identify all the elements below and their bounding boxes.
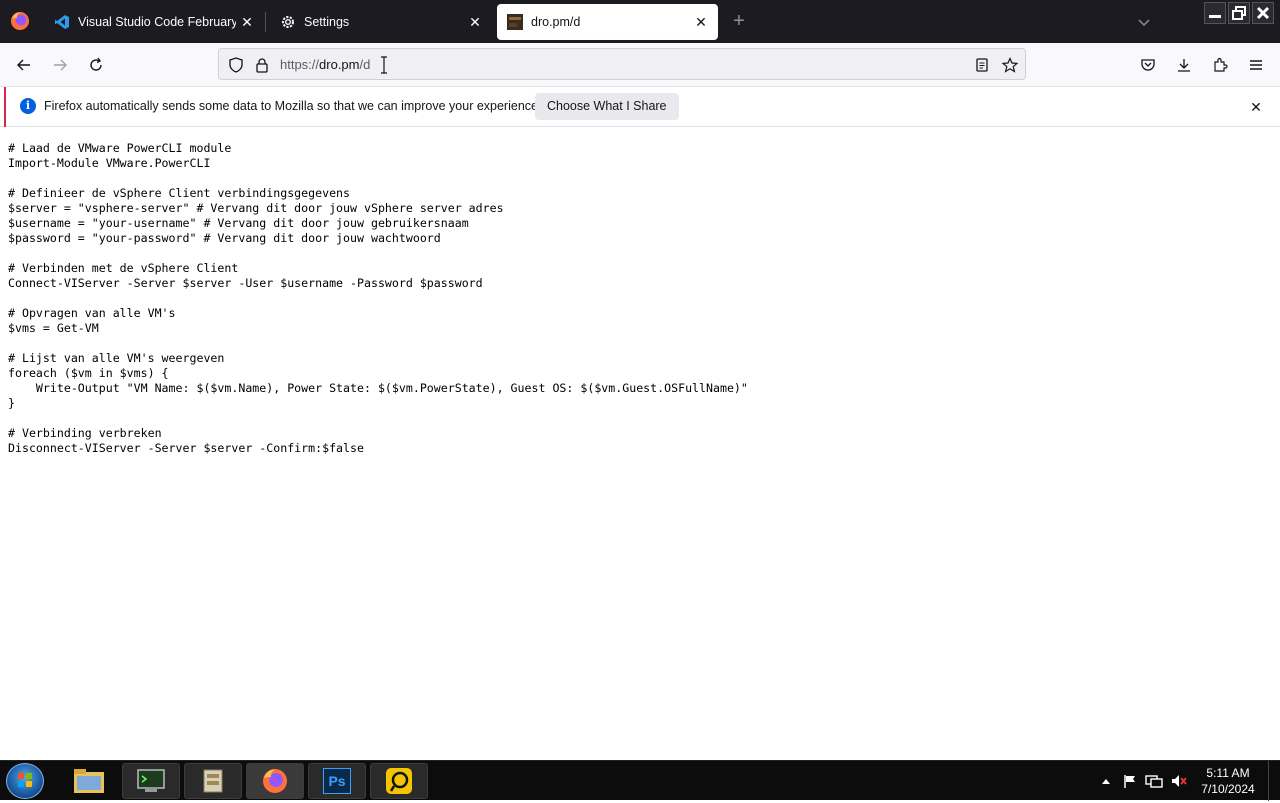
gear-icon bbox=[280, 14, 296, 30]
close-icon[interactable]: ✕ bbox=[1246, 97, 1266, 117]
tray-expand-icon[interactable] bbox=[1098, 761, 1114, 801]
window-controls bbox=[1204, 2, 1274, 24]
downloads-icon[interactable] bbox=[1170, 51, 1198, 79]
tab-settings[interactable]: Settings ✕ bbox=[270, 4, 492, 40]
page-content: # Laad de VMware PowerCLI module Import-M… bbox=[0, 128, 1280, 760]
bookmark-star-icon[interactable] bbox=[1001, 56, 1019, 74]
new-tab-button[interactable]: + bbox=[728, 10, 750, 32]
code-line: # Laad de VMware PowerCLI module bbox=[8, 141, 232, 155]
site-favicon bbox=[507, 14, 523, 30]
url-bar[interactable]: https://dro.pm/d bbox=[218, 48, 1026, 80]
code-line: Import-Module VMware.PowerCLI bbox=[8, 156, 211, 170]
back-icon[interactable] bbox=[10, 51, 38, 79]
code-line: $server = "vsphere-server" # Vervang dit… bbox=[8, 201, 504, 215]
tab-separator bbox=[265, 12, 266, 32]
start-button[interactable] bbox=[6, 763, 44, 799]
hamburger-menu-icon[interactable] bbox=[1242, 51, 1270, 79]
tab-label: Settings bbox=[304, 15, 350, 29]
code-line: # Lijst van alle VM's weergeven bbox=[8, 351, 225, 365]
code-line: # Verbinden met de vSphere Client bbox=[8, 261, 239, 275]
action-center-flag-icon[interactable] bbox=[1120, 761, 1140, 801]
url-text[interactable]: https://dro.pm/d bbox=[280, 57, 370, 72]
tab-vscode[interactable]: Visual Studio Code February 20 ✕ bbox=[44, 4, 264, 40]
shield-icon[interactable] bbox=[227, 56, 245, 74]
tab-dro-pm[interactable]: dro.pm/d ✕ bbox=[497, 4, 718, 40]
forward-icon[interactable] bbox=[46, 51, 74, 79]
restore-icon[interactable] bbox=[1228, 2, 1250, 24]
url-host: dro.pm bbox=[319, 57, 360, 72]
firefox-icon[interactable] bbox=[246, 763, 304, 799]
clock-time: 5:11 AM bbox=[1206, 766, 1250, 780]
terminal-icon[interactable] bbox=[122, 763, 180, 799]
screenshot-tool-icon[interactable] bbox=[370, 763, 428, 799]
close-tab-icon[interactable]: ✕ bbox=[236, 11, 258, 33]
photoshop-icon[interactable]: Ps bbox=[308, 763, 366, 799]
navigation-toolbar: https://dro.pm/d bbox=[0, 43, 1280, 87]
minimize-icon[interactable] bbox=[1204, 2, 1226, 24]
choose-what-i-share-button[interactable]: Choose What I Share bbox=[535, 93, 679, 120]
code-line: # Verbinding verbreken bbox=[8, 426, 162, 440]
tab-label: Visual Studio Code February 20 bbox=[78, 15, 236, 29]
photoshop-label: Ps bbox=[323, 768, 351, 794]
vscode-icon bbox=[54, 14, 70, 30]
volume-muted-icon[interactable] bbox=[1168, 761, 1190, 801]
code-line: # Opvragen van alle VM's bbox=[8, 306, 176, 320]
notification-text: Firefox automatically sends some data to… bbox=[44, 99, 542, 113]
code-line: Disconnect-VIServer -Server $server -Con… bbox=[8, 441, 364, 455]
code-line: $vms = Get-VM bbox=[8, 321, 99, 335]
data-collection-notification: i Firefox automatically sends some data … bbox=[0, 87, 1280, 127]
pocket-icon[interactable] bbox=[1134, 51, 1162, 79]
code-line: $username = "your-username" # Vervang di… bbox=[8, 216, 469, 230]
clock-date: 7/10/2024 bbox=[1201, 782, 1255, 796]
code-line: $password = "your-password" # Vervang di… bbox=[8, 231, 441, 245]
close-tab-icon[interactable]: ✕ bbox=[690, 11, 712, 33]
show-desktop-button[interactable] bbox=[1268, 761, 1280, 801]
lock-icon[interactable] bbox=[253, 56, 271, 74]
notification-accent bbox=[4, 87, 6, 127]
code-line: Write-Output "VM Name: $($vm.Name), Powe… bbox=[8, 381, 748, 395]
code-block: # Laad de VMware PowerCLI module Import-M… bbox=[8, 141, 748, 456]
firefox-menu-icon[interactable] bbox=[8, 9, 32, 33]
reload-icon[interactable] bbox=[82, 51, 110, 79]
info-icon: i bbox=[20, 98, 36, 114]
text-cursor-icon bbox=[380, 56, 388, 74]
taskbar: Ps 5:11 AM 7/10/2024 bbox=[0, 760, 1280, 801]
chevron-down-icon[interactable] bbox=[1134, 12, 1154, 32]
tab-strip: Visual Studio Code February 20 ✕ Setting… bbox=[0, 0, 1280, 43]
reader-view-icon[interactable] bbox=[973, 56, 991, 74]
archive-icon[interactable] bbox=[184, 763, 242, 799]
url-path: /d bbox=[359, 57, 371, 72]
network-icon[interactable] bbox=[1144, 761, 1164, 801]
code-line: # Definieer de vSphere Client verbinding… bbox=[8, 186, 351, 200]
code-line: } bbox=[8, 396, 15, 410]
file-explorer-icon[interactable] bbox=[60, 763, 118, 799]
url-scheme: https:// bbox=[280, 57, 320, 72]
tab-label: dro.pm/d bbox=[531, 15, 581, 29]
close-tab-icon[interactable]: ✕ bbox=[464, 11, 486, 33]
code-line: Connect-VIServer -Server $server -User $… bbox=[8, 276, 483, 290]
code-line: foreach ($vm in $vms) { bbox=[8, 366, 169, 380]
system-clock[interactable]: 5:11 AM 7/10/2024 bbox=[1196, 765, 1260, 797]
close-window-icon[interactable] bbox=[1252, 2, 1274, 24]
extensions-icon[interactable] bbox=[1206, 51, 1234, 79]
